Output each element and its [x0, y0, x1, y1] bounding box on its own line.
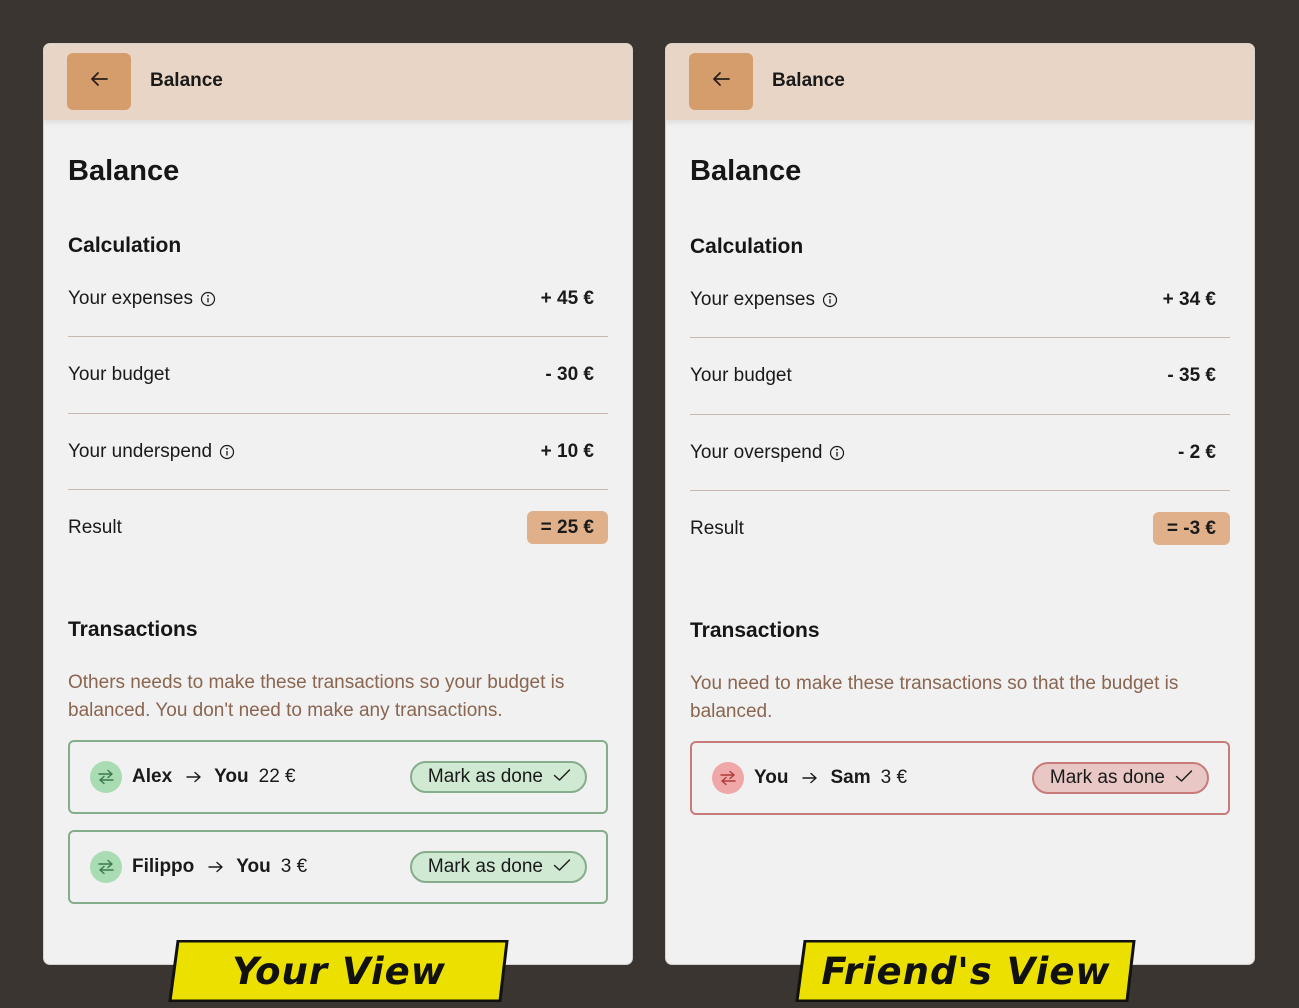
checkmark-icon: [553, 766, 571, 788]
expenses-row: Your expenses: [690, 289, 838, 311]
budget-value: - 35 €: [1167, 365, 1216, 386]
transaction-amount: 3 €: [280, 856, 308, 877]
mark-as-done-label: Mark as done: [427, 766, 543, 787]
transactions-heading: Transactions: [690, 619, 820, 642]
swap-arrows-icon: [712, 762, 744, 794]
expenses-row: Your expenses: [68, 288, 216, 310]
budget-row: Your budget: [690, 365, 792, 387]
back-button[interactable]: [67, 53, 131, 110]
mark-as-done-button[interactable]: Mark as done: [1031, 762, 1209, 794]
your-view-banner: Your View: [168, 940, 510, 1002]
underspend-value: + 10 €: [540, 441, 594, 462]
app-bar-title: Balance: [772, 70, 845, 91]
transaction-card: You Sam 3 € Mark as done: [690, 741, 1230, 815]
transactions-description: Others needs to make these transactions …: [68, 672, 565, 721]
friend-view-banner: Friend's View: [795, 940, 1137, 1002]
transactions-description: You need to make these transactions so t…: [690, 673, 1179, 722]
arrow-left-icon: [89, 71, 109, 92]
result-row: Result: [68, 517, 122, 539]
transaction-summary: Filippo You 3 €: [132, 856, 307, 878]
transaction-to: Sam: [830, 767, 871, 788]
back-button[interactable]: [689, 53, 753, 110]
info-icon[interactable]: [822, 292, 838, 308]
your-view-panel: Balance Balance Calculation Your expense…: [43, 43, 633, 965]
app-bar: Balance: [44, 44, 632, 120]
result-row: Result: [690, 518, 744, 540]
mark-as-done-button[interactable]: Mark as done: [409, 851, 587, 883]
budget-label: Your budget: [68, 364, 170, 385]
transaction-to: You: [214, 766, 249, 787]
result-badge: = 25 €: [526, 511, 608, 544]
transaction-card: Filippo You 3 € Mark as done: [68, 830, 608, 904]
row-divider: [690, 337, 1230, 338]
result-label: Result: [68, 517, 122, 538]
transaction-summary: You Sam 3 €: [754, 767, 907, 789]
arrow-right-icon: [186, 771, 202, 783]
app-bar-title: Balance: [150, 70, 223, 91]
overspend-value: - 2 €: [1177, 442, 1216, 463]
checkmark-icon: [553, 856, 571, 878]
arrow-right-icon: [208, 861, 224, 873]
mark-as-done-label: Mark as done: [427, 856, 543, 877]
transaction-amount: 3 €: [880, 767, 908, 788]
result-label: Result: [690, 518, 744, 539]
expenses-value: + 34 €: [1162, 289, 1216, 310]
friend-view-panel: Balance Balance Calculation Your expense…: [665, 43, 1255, 965]
page-title: Balance: [68, 155, 180, 187]
transaction-card: Alex You 22 € Mark as done: [68, 740, 608, 814]
transaction-from: Alex: [132, 766, 173, 787]
result-badge: = -3 €: [1152, 512, 1230, 545]
underspend-label: Your underspend: [68, 441, 213, 462]
expenses-value: + 45 €: [540, 288, 594, 309]
transactions-heading: Transactions: [68, 618, 198, 641]
page-title: Balance: [690, 155, 802, 187]
row-divider: [690, 414, 1230, 415]
expenses-label: Your expenses: [68, 288, 194, 309]
banner-label: Your View: [232, 949, 446, 993]
overspend-row: Your overspend: [690, 442, 845, 464]
info-icon[interactable]: [200, 291, 216, 307]
budget-row: Your budget: [68, 364, 170, 386]
underspend-row: Your underspend: [68, 441, 235, 463]
row-divider: [690, 490, 1230, 491]
arrow-left-icon: [711, 71, 731, 92]
transaction-amount: 22 €: [258, 766, 296, 787]
transaction-summary: Alex You 22 €: [132, 766, 296, 788]
mark-as-done-button[interactable]: Mark as done: [409, 761, 587, 793]
row-divider: [68, 336, 608, 337]
transaction-from: Filippo: [132, 856, 195, 877]
app-bar: Balance: [666, 44, 1254, 120]
mark-as-done-label: Mark as done: [1049, 767, 1165, 788]
transaction-to: You: [236, 856, 271, 877]
overspend-label: Your overspend: [690, 442, 823, 463]
arrow-right-icon: [802, 772, 818, 784]
budget-value: - 30 €: [545, 364, 594, 385]
swap-arrows-icon: [90, 761, 122, 793]
banner-label: Friend's View: [821, 949, 1111, 993]
budget-label: Your budget: [690, 365, 792, 386]
row-divider: [68, 413, 608, 414]
expenses-label: Your expenses: [690, 289, 816, 310]
swap-arrows-icon: [90, 851, 122, 883]
row-divider: [68, 489, 608, 490]
transaction-from: You: [754, 767, 789, 788]
calculation-heading: Calculation: [690, 235, 804, 258]
info-icon[interactable]: [829, 445, 845, 461]
calculation-heading: Calculation: [68, 234, 182, 257]
info-icon[interactable]: [219, 444, 235, 460]
checkmark-icon: [1175, 767, 1193, 789]
